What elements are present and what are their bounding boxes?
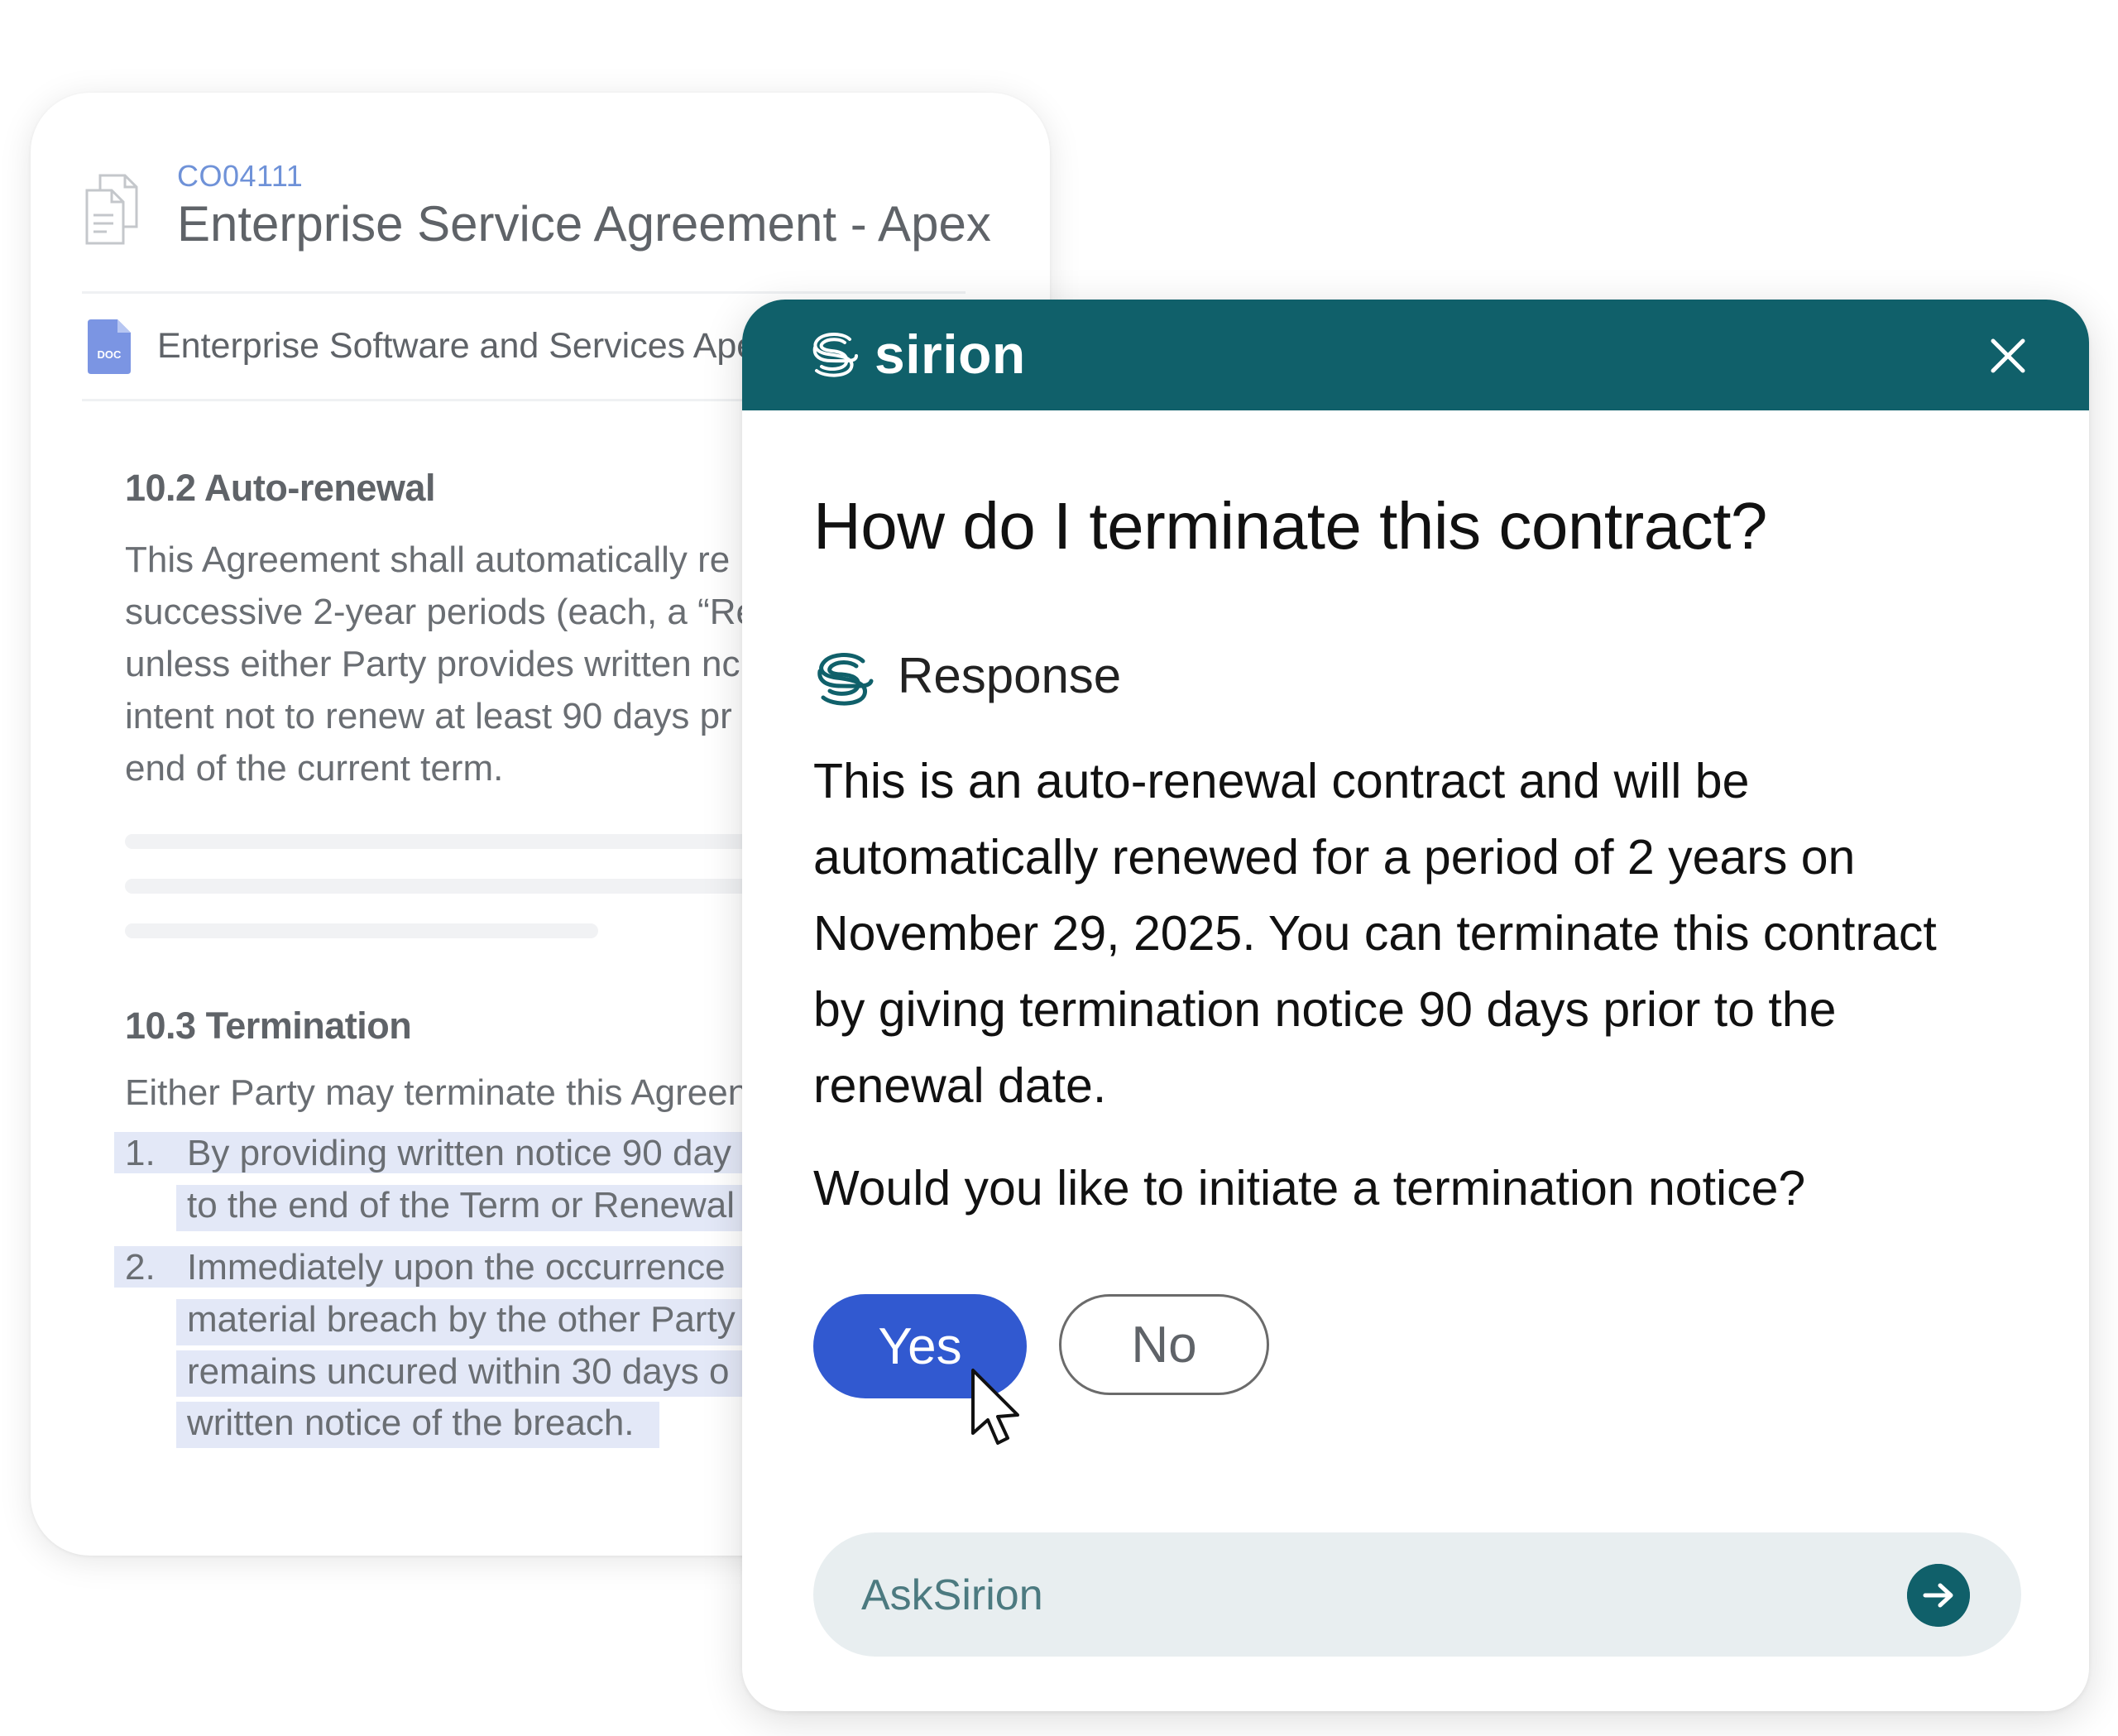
answer-line: renewal date.	[813, 1058, 1107, 1113]
answer-line: by giving termination notice 90 days pri…	[813, 982, 1837, 1037]
doc-file-icon-label: DOC	[98, 348, 122, 361]
divider	[82, 291, 966, 294]
paragraph-line: intent not to renew at least 90 days pr	[125, 696, 732, 736]
follow-up-prompt: Would you like to initiate a termination…	[813, 1161, 1806, 1216]
doc-file-icon: DOC	[88, 319, 131, 374]
contract-id: CO04111	[177, 159, 304, 193]
answer-line: automatically renewed for a period of 2 …	[813, 830, 1856, 885]
paragraph-line: This Agreement shall automatically re	[125, 540, 731, 580]
attached-file-name[interactable]: Enterprise Software and Services Apex	[157, 326, 774, 367]
ask-sirion-input[interactable]	[860, 1559, 1856, 1632]
list-number: 1.	[125, 1133, 156, 1173]
answer-line: This is an auto-renewal contract and wil…	[813, 754, 1750, 808]
ask-sirion-input-bar	[813, 1532, 2021, 1657]
list-item-line: By providing written notice 90 day	[187, 1133, 731, 1173]
list-item-line: written notice of the breach.	[187, 1403, 635, 1443]
paragraph-line: end of the current term.	[125, 748, 504, 789]
no-button[interactable]: No	[1059, 1294, 1269, 1395]
paragraph-line: unless either Party provides written nc	[125, 644, 740, 684]
placeholder-line	[125, 923, 598, 938]
mouse-pointer-icon	[971, 1369, 1019, 1445]
brand-name: sirion	[875, 324, 1026, 385]
chat-header: sirion	[742, 300, 2089, 410]
user-question: How do I terminate this contract?	[813, 489, 1767, 563]
section-heading-auto-renewal: 10.2 Auto-renewal	[125, 467, 435, 509]
ask-sirion-chat-panel: sirion How do I terminate this contract?…	[742, 300, 2089, 1711]
list-item-line: Immediately upon the occurrence	[187, 1247, 726, 1288]
list-item-line: to the end of the Term or Renewal	[187, 1185, 736, 1225]
paragraph-line: successive 2-year periods (each, a “Re	[125, 592, 756, 632]
list-item-line: remains uncured within 30 days o	[187, 1351, 730, 1392]
close-icon[interactable]	[1986, 334, 2029, 377]
section-heading-termination: 10.3 Termination	[125, 1005, 412, 1047]
response-label: Response	[898, 648, 1122, 703]
send-arrow-icon[interactable]	[1907, 1564, 1970, 1627]
answer-line: November 29, 2025. You can terminate thi…	[813, 906, 1937, 961]
paragraph-line: Either Party may terminate this Agreen	[125, 1072, 749, 1113]
list-number: 2.	[125, 1247, 156, 1288]
list-item-line: material breach by the other Party	[187, 1299, 736, 1340]
contract-title: Enterprise Service Agreement - Apex	[177, 196, 991, 252]
documents-icon	[85, 174, 138, 245]
sirion-response-icon	[817, 653, 874, 706]
sirion-logo-icon	[812, 333, 858, 377]
